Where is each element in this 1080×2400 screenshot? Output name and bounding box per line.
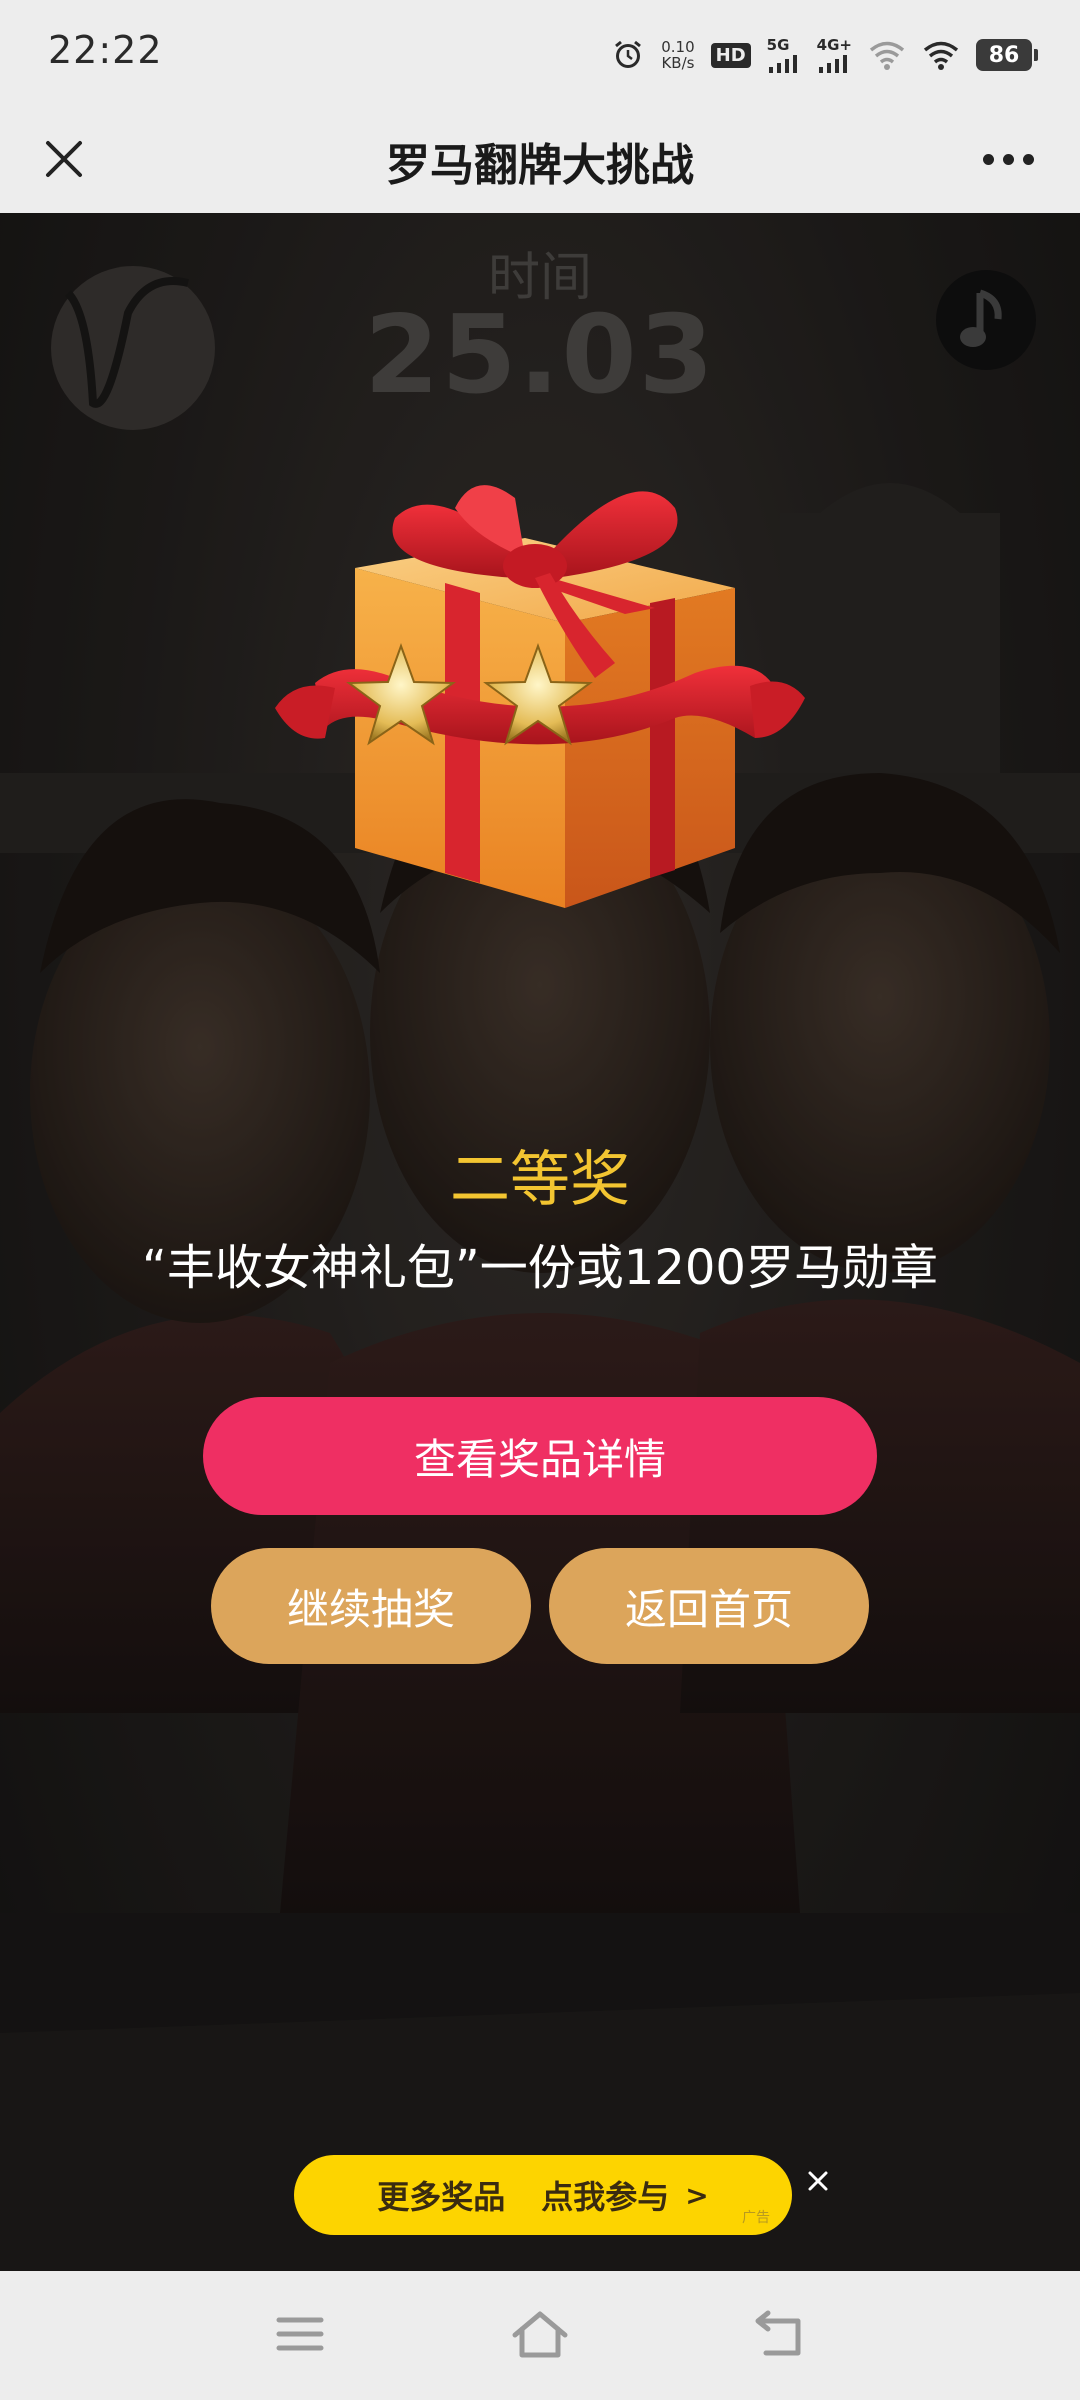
ad-banner[interactable]: 更多奖品 点我参与 > 广告 xyxy=(294,2155,792,2235)
ad-text-join: 点我参与 xyxy=(541,2178,670,2216)
net-speed: 0.10 KB/s xyxy=(661,39,694,71)
back-icon xyxy=(755,2310,801,2356)
gift-box-icon xyxy=(275,485,805,908)
return-home-label: 返回首页 xyxy=(624,1584,793,1634)
ad-close-button[interactable] xyxy=(800,2163,836,2199)
signal-4g-label: 4G+ xyxy=(816,35,852,54)
wifi-icon xyxy=(922,39,960,71)
net-speed-unit: KB/s xyxy=(661,54,695,72)
chevron-right-icon: > xyxy=(685,2178,709,2212)
nav-menu-button[interactable] xyxy=(260,2299,340,2369)
wifi-plus-icon xyxy=(868,39,906,71)
prize-description: “丰收女神礼包”一份或1200罗马勋章 xyxy=(142,1240,938,1296)
music-note-icon xyxy=(960,289,1002,347)
close-icon xyxy=(808,2171,828,2191)
status-icons: 0.10 KB/s HD 5G 4G+ 86 xyxy=(611,30,1038,80)
more-button[interactable] xyxy=(958,125,1058,193)
status-bar: 22:22 0.10 KB/s HD 5G 4G+ 86 xyxy=(0,0,1080,105)
status-time: 22:22 xyxy=(48,28,163,72)
continue-draw-button[interactable]: 继续抽奖 xyxy=(211,1548,531,1664)
page-title: 罗马翻牌大挑战 xyxy=(386,140,694,191)
prize-level: 二等奖 xyxy=(450,1145,630,1215)
ad-tag: 广告 xyxy=(742,2210,770,2226)
battery-level: 86 xyxy=(988,42,1020,68)
battery-icon: 86 xyxy=(976,39,1038,71)
nav-back-button[interactable] xyxy=(740,2299,820,2369)
more-dot xyxy=(1022,153,1034,165)
music-button[interactable] xyxy=(936,270,1036,370)
home-icon xyxy=(512,2311,568,2358)
hd-icon: HD xyxy=(710,42,751,68)
net-speed-value: 0.10 xyxy=(661,38,695,56)
timer-value: 25.03 xyxy=(364,293,716,418)
signal-5g-label: 5G xyxy=(766,35,790,54)
ad-text-more-prizes: 更多奖品 xyxy=(377,2178,506,2216)
return-home-button[interactable]: 返回首页 xyxy=(549,1548,869,1664)
menu-icon xyxy=(276,2317,324,2351)
alarm-icon xyxy=(611,38,645,72)
game-area: 时间 25.03 二等奖 “丰收女神礼包”一份或1200罗马勋章 查看奖品详情 … xyxy=(0,213,1080,2271)
view-prize-details-button[interactable]: 查看奖品详情 xyxy=(203,1397,877,1515)
nav-home-button[interactable] xyxy=(500,2299,580,2369)
continue-draw-label: 继续抽奖 xyxy=(286,1584,455,1634)
signal-4g-icon: 4G+ xyxy=(816,35,852,73)
title-bar: 罗马翻牌大挑战 xyxy=(0,105,1080,213)
signal-5g-icon: 5G xyxy=(766,35,801,73)
view-prize-details-label: 查看奖品详情 xyxy=(413,1434,666,1484)
more-dot xyxy=(1002,153,1014,165)
navigation-bar xyxy=(0,2271,1080,2400)
more-dot xyxy=(982,153,994,165)
